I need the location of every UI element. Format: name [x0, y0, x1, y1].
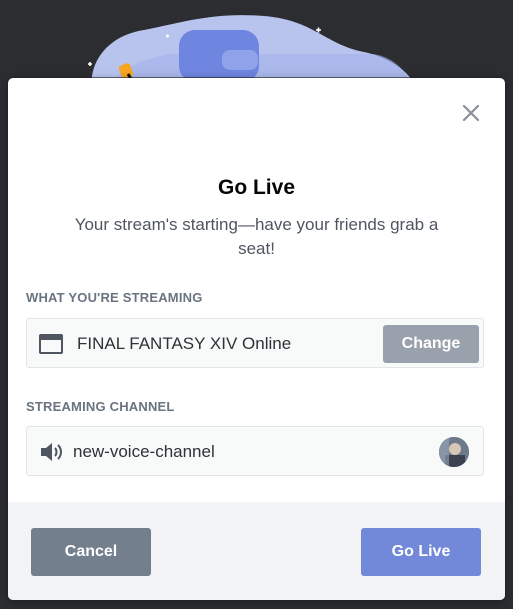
- streaming-section-label: WHAT YOU'RE STREAMING: [26, 290, 203, 305]
- go-live-modal: Go Live Your stream's starting—have your…: [8, 78, 505, 600]
- channel-name: new-voice-channel: [73, 442, 215, 461]
- cancel-button[interactable]: Cancel: [31, 528, 151, 576]
- streaming-app-field: FINAL FANTASY XIV Online Change: [26, 318, 484, 368]
- channel-section-label: STREAMING CHANNEL: [26, 399, 175, 414]
- change-button[interactable]: Change: [383, 325, 479, 363]
- close-button[interactable]: [458, 100, 484, 126]
- speaker-icon: [41, 443, 62, 461]
- close-icon: [462, 104, 480, 122]
- streaming-app-name: FINAL FANTASY XIV Online: [77, 334, 292, 353]
- go-live-button[interactable]: Go Live: [361, 528, 481, 576]
- streaming-channel-field: new-voice-channel: [26, 426, 484, 476]
- avatar: [439, 437, 469, 467]
- modal-subtitle: Your stream's starting—have your friends…: [74, 215, 439, 258]
- modal-footer: Cancel Go Live: [8, 502, 505, 600]
- modal-title: Go Live: [217, 176, 296, 199]
- app-window-icon: [39, 334, 63, 354]
